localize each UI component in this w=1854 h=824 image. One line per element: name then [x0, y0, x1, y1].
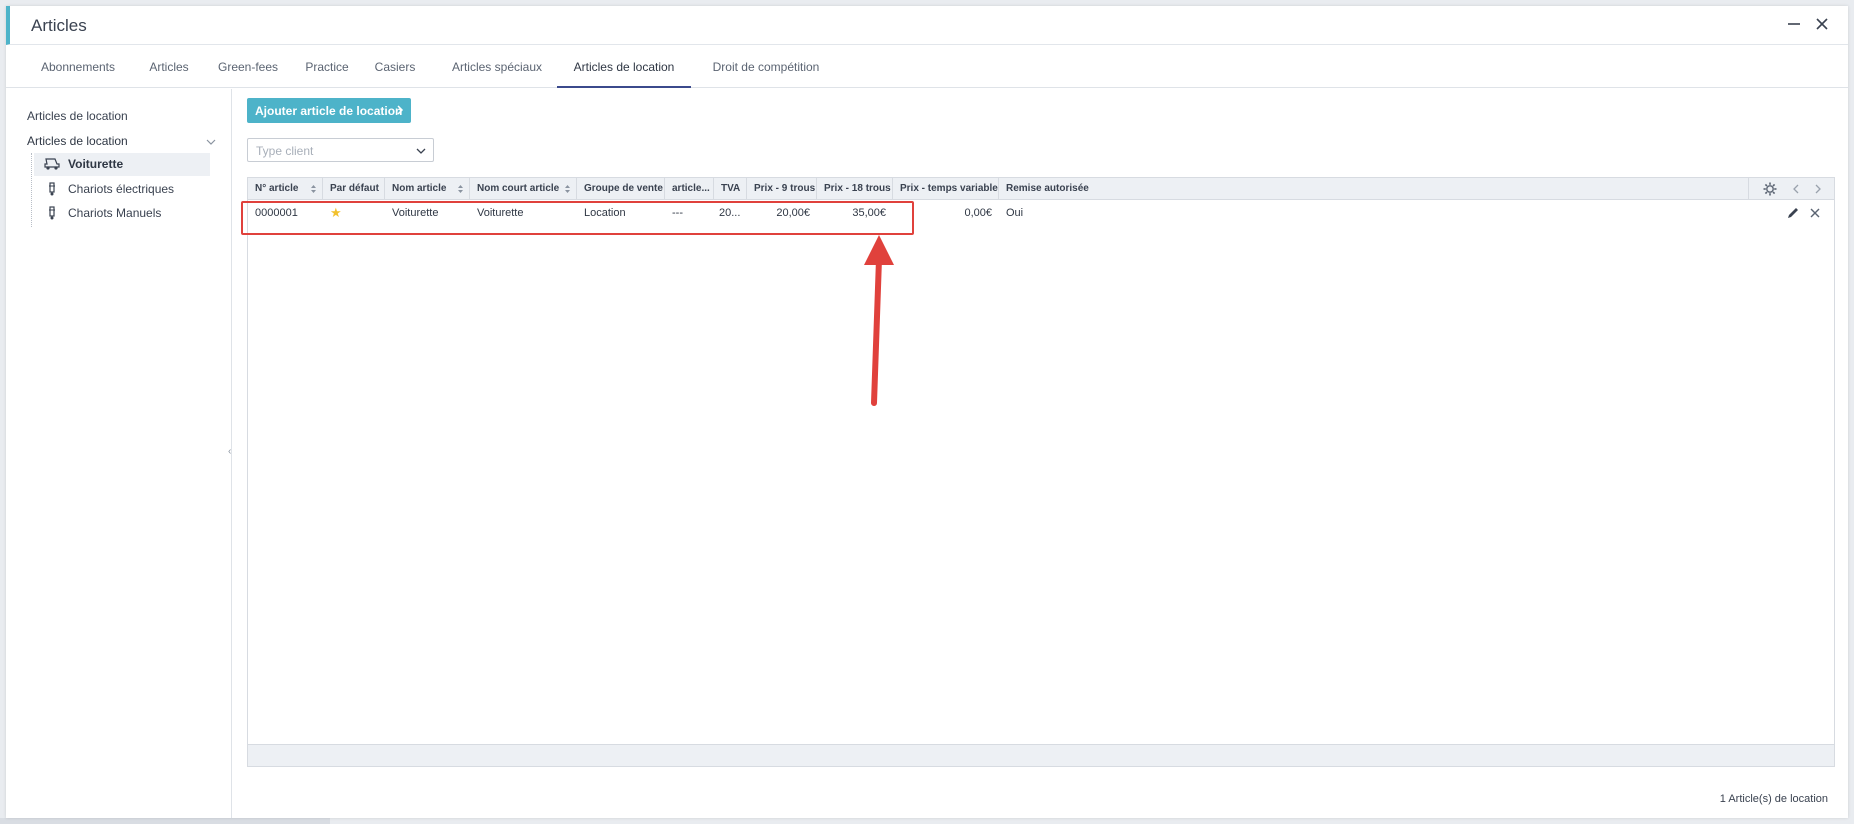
column-header-nom-court-article[interactable]: Nom court article	[470, 178, 577, 200]
sidebar-item-label: Voiturette	[68, 157, 124, 171]
rental-articles-grid: N° article Par défaut Nom article Nom co…	[247, 177, 1835, 767]
column-header-par-defaut[interactable]: Par défaut	[323, 178, 385, 200]
sidebar-item-voiturette[interactable]: Voiturette	[34, 153, 210, 176]
tab-casiers[interactable]: Casiers	[368, 46, 422, 88]
tab-abonnements[interactable]: Abonnements	[26, 46, 130, 88]
sidebar-item-label: Chariots Manuels	[68, 206, 162, 220]
tab-articles[interactable]: Articles	[137, 46, 201, 88]
column-header-prix-18-trous[interactable]: Prix - 18 trous	[817, 178, 893, 200]
tab-bar: Abonnements Articles Green-fees Practice…	[6, 46, 1848, 88]
chevron-down-icon	[206, 139, 216, 145]
client-type-placeholder: Type client	[256, 144, 314, 158]
sidebar-collapse-handle[interactable]: ‹	[228, 446, 231, 457]
grid-header: N° article Par défaut Nom article Nom co…	[248, 178, 1834, 200]
tab-practice[interactable]: Practice	[298, 46, 356, 88]
sort-icon[interactable]	[457, 184, 464, 194]
tree-connector	[31, 153, 32, 227]
title-bar: Articles	[6, 6, 1848, 45]
tab-articles-de-location[interactable]: Articles de location	[557, 46, 691, 88]
tab-articles-speciaux[interactable]: Articles spéciaux	[447, 46, 547, 88]
chevron-right-icon[interactable]	[1811, 182, 1825, 196]
grid-header-tools	[1748, 178, 1834, 200]
cell-prix-temps-variable: 0,00€	[964, 207, 992, 219]
column-header-article[interactable]: article...	[665, 178, 714, 200]
sidebar-link-articles-de-location[interactable]: Articles de location	[27, 109, 128, 123]
delete-icon[interactable]	[1808, 206, 1822, 220]
column-header-numero[interactable]: N° article	[248, 178, 323, 200]
trolley-icon	[49, 182, 55, 196]
article-count: 1 Article(s) de location	[1719, 793, 1828, 805]
column-header-remise-autorisee[interactable]: Remise autorisée	[999, 178, 1199, 200]
sidebar: Articles de location Articles de locatio…	[6, 89, 232, 818]
column-header-groupe-de-vente[interactable]: Groupe de vente	[577, 178, 665, 200]
cell-nom-article: Voiturette	[392, 207, 439, 219]
grid-footer	[248, 744, 1834, 766]
edit-pencil-icon[interactable]	[1786, 206, 1800, 220]
tab-green-fees[interactable]: Green-fees	[209, 46, 287, 88]
background-strip	[0, 818, 330, 824]
default-star-icon: ★	[330, 205, 342, 220]
chevron-right-icon	[397, 105, 404, 115]
column-header-prix-9-trous[interactable]: Prix - 9 trous	[747, 178, 817, 200]
cell-prix-9-trous: 20,00€	[776, 207, 810, 219]
cell-prix-18-trous: 35,00€	[852, 207, 886, 219]
tab-droit-de-competition[interactable]: Droit de compétition	[704, 46, 828, 88]
cell-article: ---	[672, 207, 683, 219]
cell-nom-court-article: Voiturette	[477, 207, 524, 219]
sidebar-item-chariots-electriques[interactable]: Chariots électriques	[34, 178, 210, 201]
window-title: Articles	[31, 16, 87, 35]
cell-groupe-de-vente: Location	[584, 207, 626, 219]
sidebar-group-articles-de-location[interactable]: Articles de location	[27, 134, 217, 152]
add-rental-article-button[interactable]: Ajouter article de location	[247, 98, 411, 123]
golf-cart-icon	[44, 158, 60, 170]
sidebar-item-label: Chariots électriques	[68, 182, 175, 196]
add-button-label: Ajouter article de location	[255, 104, 403, 118]
sidebar-item-chariots-manuels[interactable]: Chariots Manuels	[34, 202, 210, 225]
cell-remise-autorisee: Oui	[1006, 207, 1024, 219]
column-header-tva[interactable]: TVA	[714, 178, 747, 200]
table-row[interactable]: 0000001 ★ Voiturette Voiturette Location…	[248, 200, 1834, 226]
trolley-icon	[49, 206, 55, 220]
chevron-down-icon	[416, 148, 426, 154]
sort-icon[interactable]	[310, 184, 317, 194]
articles-window: Articles Abonnements Articles Green-fees…	[6, 6, 1848, 818]
cell-numero: 0000001	[255, 207, 298, 219]
gear-icon[interactable]	[1763, 182, 1777, 196]
sort-icon[interactable]	[564, 184, 571, 194]
client-type-select[interactable]: Type client	[247, 138, 434, 162]
minimize-icon[interactable]	[1784, 14, 1804, 34]
cell-tva: 20...	[719, 207, 741, 219]
column-header-prix-temps-variable[interactable]: Prix - temps variable	[893, 178, 999, 200]
sidebar-group-label: Articles de location	[27, 134, 128, 148]
close-icon[interactable]	[1812, 14, 1832, 34]
chevron-left-icon[interactable]	[1789, 182, 1803, 196]
column-header-nom-article[interactable]: Nom article	[385, 178, 470, 200]
